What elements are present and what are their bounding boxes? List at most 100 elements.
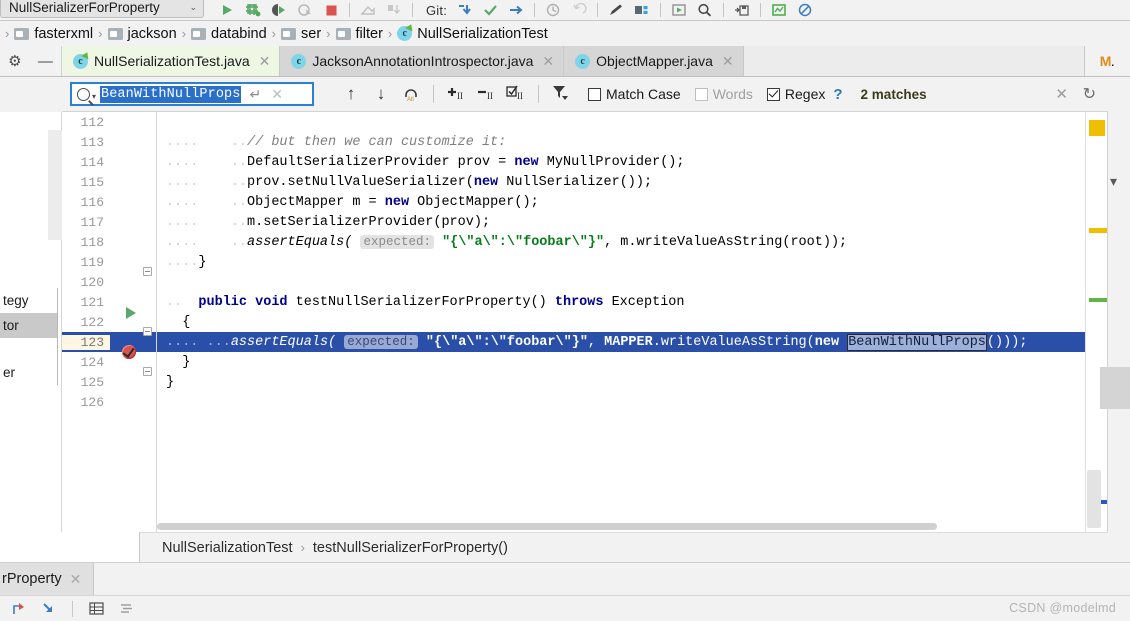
- editor-bottom-breadcrumb: NullSerializationTest › testNullSerializ…: [140, 532, 1108, 562]
- tab-ObjectMapper[interactable]: c ObjectMapper.java ✕: [564, 46, 744, 76]
- chevron-down-icon[interactable]: ▾: [1110, 173, 1117, 190]
- refresh-icon[interactable]: ↻: [1083, 84, 1096, 104]
- close-icon[interactable]: ✕: [542, 53, 554, 70]
- line-number: 123: [62, 334, 110, 350]
- editor-marker-bar[interactable]: [1085, 112, 1107, 532]
- filter-search-results-button[interactable]: [546, 83, 574, 105]
- code-span: {: [182, 314, 191, 330]
- breadcrumb-item-databind[interactable]: databind: [189, 26, 269, 42]
- list-item[interactable]: tegy: [0, 288, 57, 313]
- stop-icon[interactable]: [318, 0, 344, 21]
- clear-icon[interactable]: ✕: [271, 86, 283, 103]
- maven-label: M: [1099, 53, 1112, 69]
- rerun-failed-icon[interactable]: [6, 598, 32, 620]
- plugin-green-icon[interactable]: [766, 0, 792, 21]
- run-test-gutter-icon[interactable]: [126, 307, 136, 319]
- toolbar-separator: [723, 3, 725, 17]
- list-item[interactable]: er: [0, 360, 57, 385]
- breadcrumb-separator: ›: [5, 26, 10, 41]
- breakpoint-icon[interactable]: [122, 345, 136, 359]
- minimize-icon[interactable]: —: [38, 53, 53, 70]
- tab-JacksonAnnotationIntrospector[interactable]: c JacksonAnnotationIntrospector.java ✕: [280, 46, 565, 76]
- search-match-marker-bottom[interactable]: [1089, 298, 1107, 302]
- keyword-span: new: [384, 194, 410, 210]
- code-fold-icon[interactable]: [143, 367, 152, 376]
- field-span: MAPPER: [604, 334, 653, 350]
- close-icon[interactable]: ✕: [70, 571, 82, 588]
- structure-icon[interactable]: [629, 0, 655, 21]
- regex-checkbox[interactable]: Regex: [766, 86, 825, 102]
- code-fold-icon[interactable]: [143, 327, 152, 336]
- svg-text:II: II: [517, 91, 523, 101]
- search-input[interactable]: ▾ BeanWithNullProps ↵ ✕: [70, 82, 314, 106]
- jump-to-source-icon[interactable]: [36, 598, 62, 620]
- line-number: 112: [62, 114, 110, 130]
- regex-help-icon[interactable]: ?: [833, 86, 842, 103]
- run-icon[interactable]: [214, 0, 240, 21]
- toolbar-separator: [760, 3, 762, 17]
- match-case-checkbox[interactable]: Match Case: [588, 86, 681, 102]
- list-gap: [0, 338, 57, 360]
- tool-window-tab-bar: rProperty ✕: [0, 562, 1130, 596]
- find-all-button[interactable]: All: [396, 82, 426, 107]
- enter-icon[interactable]: ↵: [249, 86, 261, 103]
- breadcrumb-class[interactable]: NullSerializationTest: [162, 540, 293, 556]
- breadcrumb-method[interactable]: testNullSerializerForProperty(): [313, 540, 508, 556]
- breadcrumb-item-fasterxml[interactable]: fasterxml: [12, 26, 95, 42]
- run-configuration-selector[interactable]: NullSerializerForProperty ⌄: [0, 0, 204, 18]
- add-selection-button[interactable]: II: [441, 84, 471, 105]
- code-line-126: 126: [62, 392, 1085, 412]
- indent-dots: ..: [166, 294, 183, 310]
- tab-NullSerializationTest[interactable]: c NullSerializationTest.java ✕: [62, 46, 281, 76]
- code-line-114: 114 .... ..DefaultSerializerProvider pro…: [62, 152, 1085, 172]
- select-all-occurrences-button[interactable]: II: [501, 84, 531, 105]
- find-next-button[interactable]: ↓: [366, 84, 396, 104]
- code-span: }: [182, 354, 191, 370]
- toolbar-separator: [412, 3, 413, 17]
- code-span: [198, 215, 230, 230]
- run-anything-icon[interactable]: [666, 0, 692, 21]
- completion-popup-remnant[interactable]: tegy tor er: [0, 288, 58, 385]
- warning-marker[interactable]: [1089, 120, 1105, 136]
- close-icon[interactable]: ✕: [722, 53, 734, 70]
- grid-view-icon[interactable]: [83, 598, 109, 620]
- breadcrumb-item-class[interactable]: c NullSerializationTest: [395, 26, 550, 42]
- no-entry-icon[interactable]: [792, 0, 818, 21]
- tool-window-tab-run[interactable]: rProperty ✕: [0, 562, 95, 596]
- save-all-icon[interactable]: [729, 0, 755, 21]
- run-with-coverage-icon[interactable]: [266, 0, 292, 21]
- editor-horizontal-scrollbar[interactable]: [157, 523, 937, 530]
- breadcrumb-item-filter[interactable]: filter: [334, 26, 385, 42]
- find-bar: ▾ BeanWithNullProps ↵ ✕ ↑ ↓ All II II II…: [62, 77, 1108, 112]
- code-editor[interactable]: 112 113 .... ..// but then we can custom…: [62, 112, 1085, 532]
- code-line-112: 112: [62, 112, 1085, 132]
- breadcrumb-label: fasterxml: [34, 25, 94, 42]
- breadcrumb-item-jackson[interactable]: jackson: [106, 26, 179, 42]
- folder-icon: [191, 27, 207, 40]
- git-push-icon[interactable]: [503, 0, 529, 21]
- breadcrumb-item-ser[interactable]: ser: [279, 26, 323, 42]
- tab-bar-empty-area: [743, 46, 1085, 76]
- search-everywhere-icon[interactable]: [692, 0, 718, 21]
- editor-vertical-scrollbar-thumb[interactable]: [1087, 470, 1101, 528]
- remove-selection-button[interactable]: II: [471, 84, 501, 105]
- gear-icon[interactable]: ⚙: [8, 52, 21, 70]
- parameter-hint: expected:: [344, 334, 418, 349]
- indent-dots: ....: [166, 134, 199, 150]
- search-match-marker-top[interactable]: [1089, 228, 1107, 233]
- close-find-bar-button[interactable]: ✕: [1055, 85, 1068, 103]
- list-item-selected[interactable]: tor: [0, 313, 57, 338]
- code-fold-icon[interactable]: [143, 267, 152, 276]
- sort-icon[interactable]: [113, 598, 139, 620]
- pencil-icon[interactable]: [603, 0, 629, 21]
- maven-tool-window-button[interactable]: M.: [1085, 46, 1130, 76]
- find-previous-button[interactable]: ↑: [336, 84, 366, 104]
- bottom-left-filler: [0, 532, 140, 562]
- git-commit-icon[interactable]: [477, 0, 503, 21]
- close-icon[interactable]: ✕: [259, 53, 271, 70]
- code-line-117: 117 .... ..m.setSerializerProvider(prov)…: [62, 212, 1085, 232]
- debug-icon[interactable]: [240, 0, 266, 21]
- chevron-down-icon[interactable]: ▾: [92, 92, 96, 101]
- line-number: 120: [62, 274, 110, 290]
- git-update-icon[interactable]: [451, 0, 477, 21]
